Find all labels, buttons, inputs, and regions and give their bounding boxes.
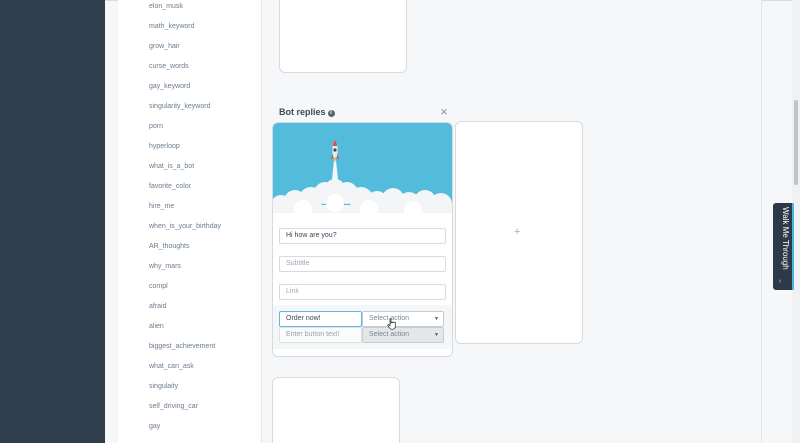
intent-item[interactable]: grow_hair: [149, 43, 180, 50]
add-reply-card[interactable]: +: [455, 121, 583, 344]
intent-item[interactable]: alien: [149, 323, 164, 330]
scrollbar-thumb[interactable]: [794, 100, 798, 185]
intent-item[interactable]: hyperloop: [149, 143, 180, 150]
intent-list: elon_musk math_keyword grow_hair curse_w…: [118, 0, 262, 443]
intent-item[interactable]: favorite_color: [149, 183, 191, 190]
previous-reply-card[interactable]: [279, 0, 407, 73]
walk-me-through-label: Walk Me Through: [781, 207, 790, 270]
intent-item[interactable]: self_driving_car: [149, 403, 198, 410]
intent-item[interactable]: hire_me: [149, 203, 174, 210]
intent-item[interactable]: math_keyword: [149, 23, 195, 30]
new-button-text-input[interactable]: Enter button text!: [279, 327, 362, 343]
info-icon[interactable]: i: [327, 110, 335, 117]
reply-card-controls: Order now! Select action ▼ Enter button …: [272, 122, 453, 357]
intent-item[interactable]: singularity_keyword: [149, 103, 210, 110]
intent-item[interactable]: what_is_a_bot: [149, 163, 194, 170]
bot-replies-label: Bot replies: [279, 107, 326, 117]
chevron-left-icon: ‹: [779, 278, 782, 285]
intent-item[interactable]: biggest_achievement: [149, 343, 215, 350]
intent-item[interactable]: what_can_ask: [149, 363, 194, 370]
plus-icon[interactable]: +: [514, 226, 520, 238]
action-select-disabled[interactable]: Select action ▼: [362, 327, 444, 343]
intent-item[interactable]: when_is_your_birthday: [149, 223, 221, 230]
left-dark-rail: [0, 0, 105, 443]
intent-item[interactable]: why_mars: [149, 263, 181, 270]
intent-item[interactable]: afraid: [149, 303, 167, 310]
action-select[interactable]: Select action ▼: [362, 311, 444, 327]
intent-item[interactable]: curse_words: [149, 63, 189, 70]
intent-item[interactable]: gay_keyword: [149, 83, 190, 90]
intent-item[interactable]: compl: [149, 283, 168, 290]
bot-replies-title: Bot replies i: [279, 107, 335, 117]
button-text-input[interactable]: Order now!: [279, 311, 362, 327]
intent-item[interactable]: elon_musk: [149, 3, 183, 10]
next-reply-card[interactable]: [272, 377, 400, 443]
action-select-value: Select action: [369, 331, 410, 338]
caret-down-icon: ▼: [434, 316, 439, 322]
hand-cursor-icon: [387, 318, 396, 330]
intent-item[interactable]: singulaity: [149, 383, 178, 390]
walk-me-through-tab[interactable]: Walk Me Through ‹: [773, 203, 794, 290]
app-page: elon_musk math_keyword grow_hair curse_w…: [0, 0, 800, 443]
intent-item[interactable]: gay: [149, 423, 160, 430]
close-icon[interactable]: ×: [438, 105, 450, 118]
intent-item[interactable]: porn: [149, 123, 163, 130]
intent-item[interactable]: AR_thoughts: [149, 243, 189, 250]
caret-down-icon: ▼: [434, 332, 439, 338]
